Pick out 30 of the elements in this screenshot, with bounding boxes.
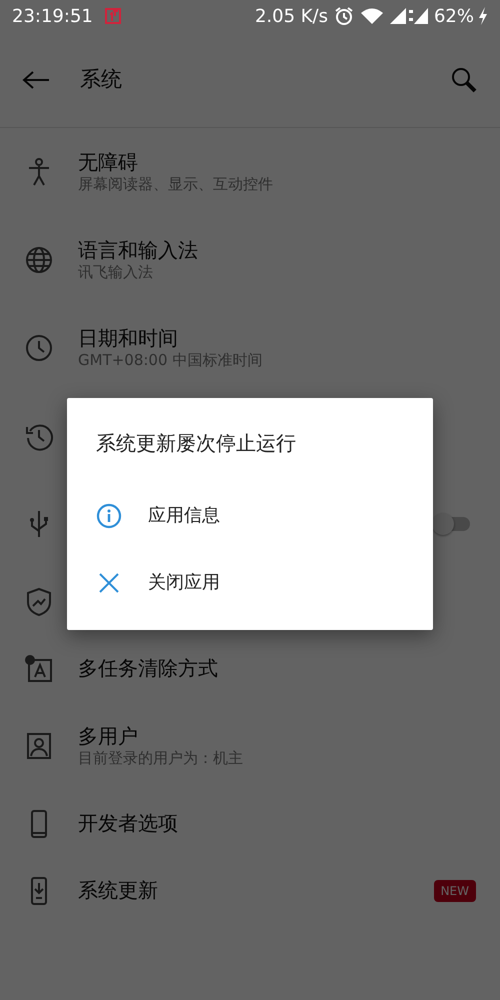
signal-icon xyxy=(390,7,406,25)
back-icon xyxy=(22,70,50,90)
dialog-title: 系统更新屡次停止运行 xyxy=(96,430,297,457)
page-title: 系统 xyxy=(80,66,122,93)
logo-icon xyxy=(102,6,123,26)
setting-title: 开发者选项 xyxy=(78,811,178,836)
alarm-icon xyxy=(334,6,354,26)
clock: 23:19:51 xyxy=(12,4,93,28)
setting-title: 语言和输入法 xyxy=(78,238,198,263)
user-icon xyxy=(24,731,54,761)
search-icon xyxy=(450,66,478,94)
setting-title: 无障碍 xyxy=(78,150,139,175)
wifi-icon xyxy=(360,7,384,25)
search-button[interactable] xyxy=(450,66,478,94)
network-speed: 2.05 K/s xyxy=(254,4,328,28)
signal-icon xyxy=(408,7,428,25)
info-icon xyxy=(96,502,122,528)
setting-title: 多用户 xyxy=(78,724,139,749)
clock-icon xyxy=(24,333,54,363)
close-app-option[interactable]: 关闭应用 xyxy=(96,549,404,616)
shield-icon xyxy=(24,586,54,616)
setting-title: 日期和时间 xyxy=(78,326,179,351)
app-info-option[interactable]: 应用信息 xyxy=(96,482,404,549)
globe-icon xyxy=(24,245,54,275)
new-badge: NEW xyxy=(434,880,476,902)
task-icon xyxy=(24,654,54,684)
setting-title: 多任务清除方式 xyxy=(78,656,218,681)
setting-title: 系统更新 xyxy=(78,878,158,903)
battery-level: 62% xyxy=(434,4,474,28)
charging-icon xyxy=(478,6,488,26)
